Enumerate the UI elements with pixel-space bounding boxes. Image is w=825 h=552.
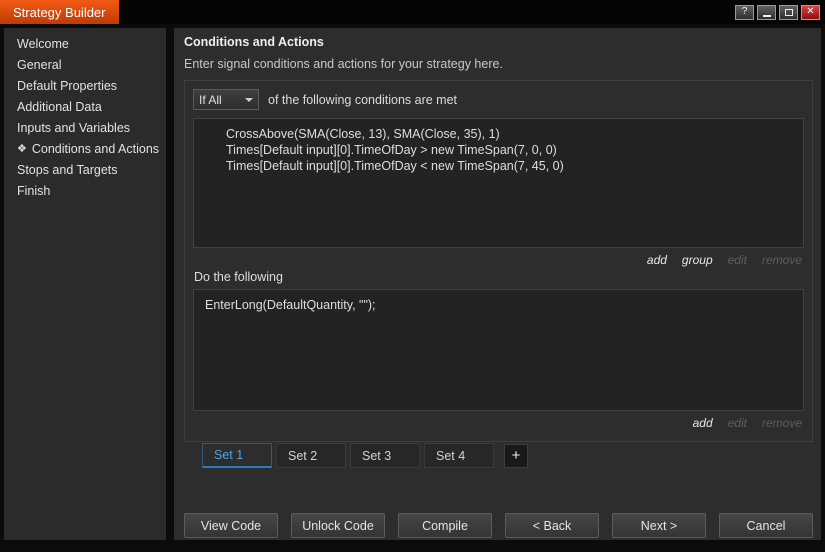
- compile-button[interactable]: Compile: [398, 513, 492, 538]
- close-button[interactable]: ✕: [801, 4, 820, 20]
- conditions-links: add group edit remove: [193, 253, 802, 267]
- sidebar-item-general[interactable]: General: [4, 55, 166, 76]
- sidebar-item-inputs-and-variables[interactable]: Inputs and Variables: [4, 118, 166, 139]
- sidebar-item-welcome[interactable]: Welcome: [4, 34, 166, 55]
- page-title: Conditions and Actions: [184, 35, 324, 49]
- back-button[interactable]: < Back: [505, 513, 599, 538]
- footer-buttons: View Code Unlock Code Compile < Back Nex…: [184, 513, 813, 538]
- condition-mode-suffix: of the following conditions are met: [268, 92, 457, 107]
- sidebar-item-label: Welcome: [17, 37, 69, 51]
- condition-item[interactable]: Times[Default input][0].TimeOfDay > new …: [198, 142, 799, 158]
- condition-mode-dropdown[interactable]: If All: [193, 89, 259, 110]
- sidebar-item-label: Default Properties: [17, 79, 118, 93]
- tab-set-3[interactable]: Set 3: [350, 443, 420, 468]
- window-controls: ? ✕: [735, 0, 825, 24]
- actions-edit-link: edit: [727, 416, 747, 430]
- conditions-actions-tab-page: If All of the following conditions are m…: [184, 80, 813, 442]
- sidebar-item-finish[interactable]: Finish: [4, 181, 166, 202]
- sidebar: Welcome General Default Properties Addit…: [4, 28, 166, 540]
- condition-item[interactable]: CrossAbove(SMA(Close, 13), SMA(Close, 35…: [198, 126, 799, 142]
- condition-item[interactable]: Times[Default input][0].TimeOfDay < new …: [198, 158, 799, 174]
- minimize-button[interactable]: [757, 4, 776, 20]
- condition-mode-value: If All: [199, 92, 222, 107]
- main-panel: Conditions and Actions Enter signal cond…: [174, 28, 821, 540]
- add-set-button[interactable]: +: [504, 443, 528, 468]
- help-icon: ?: [741, 6, 748, 17]
- page-subtitle: Enter signal conditions and actions for …: [184, 57, 503, 71]
- maximize-icon: [784, 8, 793, 16]
- window-title: Strategy Builder: [0, 0, 119, 24]
- sidebar-item-label: Inputs and Variables: [17, 121, 131, 135]
- conditions-add-link[interactable]: add: [647, 253, 667, 267]
- actions-label: Do the following: [194, 270, 283, 284]
- next-button[interactable]: Next >: [612, 513, 706, 538]
- diamond-icon: ❖: [17, 143, 27, 155]
- view-code-button[interactable]: View Code: [184, 513, 278, 538]
- sidebar-item-label: Additional Data: [17, 100, 102, 114]
- actions-links: add edit remove: [193, 416, 802, 430]
- tab-set-2[interactable]: Set 2: [276, 443, 346, 468]
- cancel-button[interactable]: Cancel: [719, 513, 813, 538]
- chevron-down-icon: [245, 97, 253, 102]
- conditions-group-link[interactable]: group: [682, 253, 713, 267]
- titlebar[interactable]: Strategy Builder ? ✕: [0, 0, 825, 24]
- sidebar-item-conditions-and-actions[interactable]: ❖ Conditions and Actions: [4, 139, 166, 160]
- unlock-code-button[interactable]: Unlock Code: [291, 513, 385, 538]
- sidebar-item-stops-and-targets[interactable]: Stops and Targets: [4, 160, 166, 181]
- minimize-icon: [762, 14, 771, 17]
- sidebar-item-label: Stops and Targets: [17, 163, 118, 177]
- window-body: Welcome General Default Properties Addit…: [0, 24, 825, 552]
- help-button[interactable]: ?: [735, 4, 754, 20]
- conditions-remove-link: remove: [761, 253, 802, 267]
- sidebar-item-additional-data[interactable]: Additional Data: [4, 97, 166, 118]
- close-icon: ✕: [806, 6, 815, 17]
- conditions-list[interactable]: CrossAbove(SMA(Close, 13), SMA(Close, 35…: [193, 118, 804, 248]
- action-item[interactable]: EnterLong(DefaultQuantity, "");: [198, 297, 799, 313]
- sidebar-item-label: Finish: [17, 184, 51, 198]
- tab-set-4[interactable]: Set 4: [424, 443, 494, 468]
- strategy-builder-window: Strategy Builder ? ✕ Welcome General Def…: [0, 0, 825, 552]
- actions-list[interactable]: EnterLong(DefaultQuantity, "");: [193, 289, 804, 411]
- sidebar-item-default-properties[interactable]: Default Properties: [4, 76, 166, 97]
- set-tab-strip: Set 1 Set 2 Set 3 Set 4 +: [202, 443, 813, 468]
- conditions-edit-link: edit: [727, 253, 747, 267]
- actions-remove-link: remove: [761, 416, 802, 430]
- tab-set-1[interactable]: Set 1: [202, 443, 272, 468]
- sidebar-item-label: Conditions and Actions: [31, 142, 160, 156]
- sidebar-item-label: General: [17, 58, 62, 72]
- condition-mode-row: If All of the following conditions are m…: [193, 89, 804, 110]
- actions-add-link[interactable]: add: [693, 416, 713, 430]
- maximize-button[interactable]: [779, 4, 798, 20]
